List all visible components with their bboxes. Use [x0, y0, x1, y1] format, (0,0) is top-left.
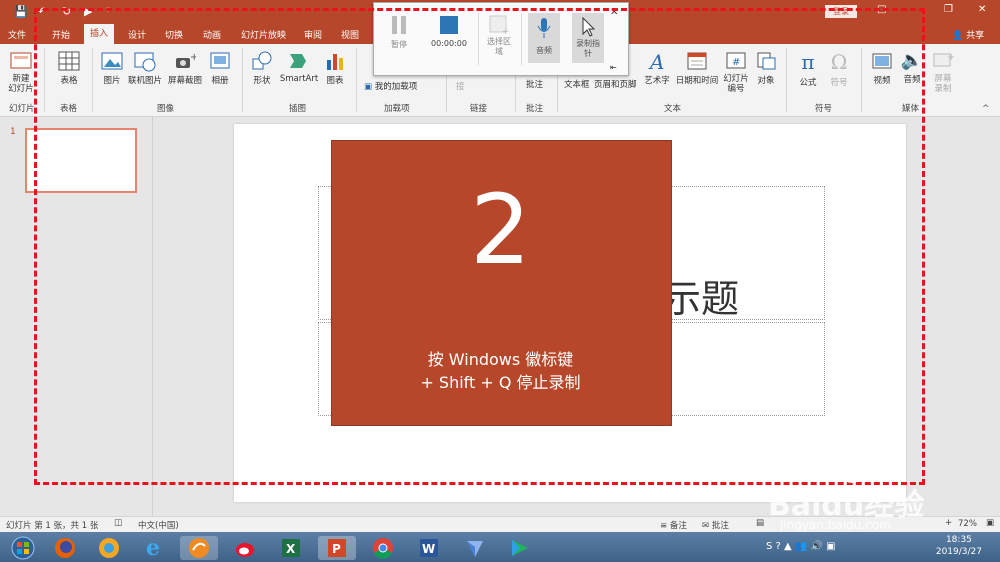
svg-text:W: W [422, 542, 435, 556]
powerpoint-taskbar-icon[interactable]: P [318, 536, 356, 560]
new-slide-button[interactable]: 新建 幻灯片 [6, 50, 36, 94]
svg-text:X: X [286, 542, 296, 556]
restore-icon[interactable]: ❐ [944, 4, 953, 15]
language-status[interactable]: 中文(中国) [138, 519, 179, 531]
slide-count-status: 幻灯片 第 1 张，共 1 张 [6, 521, 99, 531]
screen-recording-icon: + [933, 52, 954, 67]
system-clock[interactable]: 18:35 2019/3/27 [936, 534, 982, 558]
windows-taskbar: e X P W S ? ▲ 👥 🔊 ▣ [0, 532, 1000, 562]
collapse-ribbon-icon[interactable]: ^ [982, 104, 990, 114]
watermark-url: jingyan.baidu.com [780, 518, 891, 532]
start-button[interactable] [4, 536, 42, 560]
weibo-taskbar-icon[interactable] [226, 536, 264, 560]
word-taskbar-icon[interactable]: W [410, 536, 448, 560]
group-slides-label: 幻灯片 [9, 104, 35, 114]
firefox-taskbar-icon[interactable] [46, 536, 84, 560]
clock-date: 2019/3/27 [935, 547, 982, 557]
comments-button[interactable]: ✉ 批注 [702, 519, 729, 531]
watermark: Baidu经验 jingyan.baidu.com [740, 453, 980, 540]
svg-text:+: + [947, 52, 954, 63]
excel-taskbar-icon[interactable]: X [272, 536, 310, 560]
thumbnail-number: 1 [10, 127, 16, 137]
chrome-taskbar-icon[interactable] [364, 536, 402, 560]
ie-taskbar-icon[interactable]: e [134, 535, 172, 561]
browser-orb-taskbar-icon[interactable] [90, 536, 128, 560]
spellcheck-icon[interactable]: ◫ [114, 518, 122, 528]
notes-button[interactable]: ≡ 备注 [660, 519, 687, 531]
tab-file[interactable]: 文件 [8, 28, 26, 41]
save-icon[interactable]: 💾 [14, 5, 28, 18]
share-button[interactable]: 👤 共享 [952, 28, 984, 41]
new-slide-icon [10, 52, 32, 69]
screen-recording-button[interactable]: + 屏幕 录制 [930, 50, 956, 94]
browser-app-taskbar-icon[interactable] [180, 536, 218, 560]
svg-text:P: P [332, 542, 341, 556]
video-player-taskbar-icon[interactable] [500, 536, 538, 560]
tray-icons[interactable]: S ? ▲ 👥 🔊 ▣ [766, 541, 836, 552]
windows-logo-icon [11, 536, 35, 560]
feather-app-taskbar-icon[interactable] [456, 536, 494, 560]
close-window-icon[interactable]: ✕ [978, 4, 986, 15]
clock-time: 18:35 [945, 535, 972, 545]
fit-to-window-icon[interactable]: ▣ [986, 518, 994, 528]
capture-area-outline [34, 8, 925, 485]
